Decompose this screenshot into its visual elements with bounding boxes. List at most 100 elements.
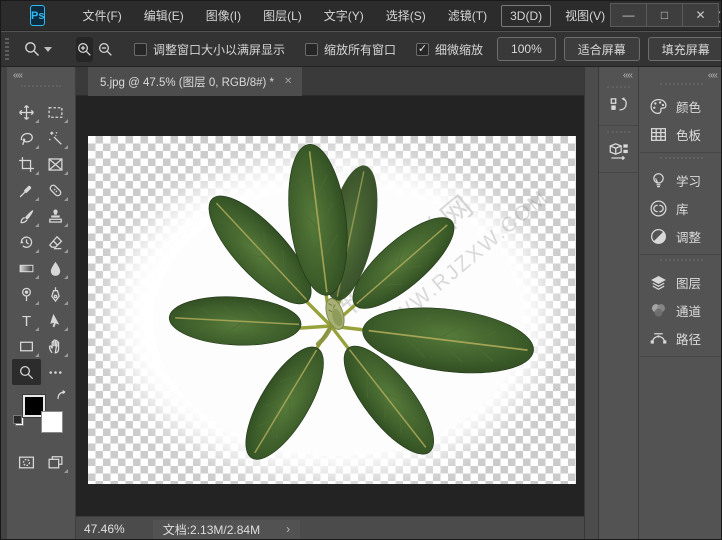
options-grip[interactable] [5, 38, 9, 60]
current-tool-dropdown[interactable] [23, 40, 52, 58]
canvas-background: 软件自学网 WWW.RJZXW.COM [76, 96, 584, 516]
document-tab[interactable]: 5.jpg @ 47.5% (图层 0, RGB/8#) * ✕ [88, 67, 302, 96]
swap-colors-icon[interactable] [55, 389, 69, 403]
maximize-button[interactable]: □ [646, 3, 683, 27]
panel-tab-color[interactable]: 颜色 [640, 92, 722, 120]
close-button[interactable]: ✕ [682, 3, 719, 27]
menu-3d[interactable]: 3D(D) [501, 5, 551, 27]
gradient-tool[interactable] [12, 255, 41, 281]
brush-tool[interactable] [12, 203, 41, 229]
svg-text:T: T [22, 313, 31, 328]
minimize-button[interactable]: — [610, 3, 647, 27]
menu-bar: Ps 文件(F) 编辑(E) 图像(I) 图层(L) 文字(Y) 选择(S) 滤… [1, 1, 722, 31]
scrubby-zoom-checkbox[interactable]: ✓ 细微缩放 [416, 41, 483, 58]
clone-stamp-tool[interactable] [41, 203, 70, 229]
menu-layer[interactable]: 图层(L) [252, 3, 313, 28]
menu-select[interactable]: 选择(S) [375, 3, 437, 28]
screen-mode-button[interactable] [41, 449, 70, 475]
menu-view[interactable]: 视图(V) [554, 3, 616, 28]
dodge-tool[interactable] [12, 281, 41, 307]
path-selection-tool[interactable] [41, 307, 70, 333]
rectangular-marquee-tool[interactable] [41, 99, 70, 125]
collapse-panels-icon[interactable]: «« [640, 67, 722, 81]
type-tool[interactable]: T [12, 307, 41, 333]
history-icon [599, 95, 638, 117]
checkbox-checked[interactable]: ✓ [416, 43, 429, 56]
panel-tab-swatches[interactable]: 色板 [640, 120, 722, 148]
zoom-out-button[interactable] [97, 37, 114, 62]
adjustments-icon [649, 227, 668, 246]
pen-tool[interactable] [41, 281, 70, 307]
zoom-percent-field[interactable]: 47.46% [84, 522, 125, 536]
layers-icon [649, 273, 668, 292]
leaf-artwork: 软件自学网 WWW.RJZXW.COM [88, 136, 576, 484]
history-brush-tool[interactable] [12, 229, 41, 255]
menu-type[interactable]: 文字(Y) [313, 3, 375, 28]
panel-drag-handle[interactable] [660, 259, 703, 264]
panel-tab-layers[interactable]: 图层 [640, 268, 722, 296]
quick-selection-tool[interactable] [41, 125, 70, 151]
checkbox-unchecked[interactable] [134, 43, 147, 56]
panel-tab-adjustments[interactable]: 调整 [640, 222, 722, 250]
quick-mask-button[interactable] [12, 449, 41, 475]
rectangle-shape-tool[interactable] [12, 333, 41, 359]
photoshop-logo-icon: Ps [30, 5, 45, 26]
canvas-image[interactable]: 软件自学网 WWW.RJZXW.COM [88, 136, 576, 484]
lasso-tool[interactable] [12, 125, 41, 151]
panel-drag-handle[interactable] [607, 131, 630, 136]
panel-drag-handle[interactable] [607, 86, 630, 91]
default-colors-icon[interactable] [15, 417, 24, 426]
history-panel-button[interactable] [599, 81, 638, 126]
properties-panel-button[interactable] [599, 126, 638, 173]
checkbox-unchecked[interactable] [305, 43, 318, 56]
panel-drag-handle[interactable] [21, 85, 61, 90]
photoshop-window: Ps 文件(F) 编辑(E) 图像(I) 图层(L) 文字(Y) 选择(S) 滤… [0, 0, 722, 540]
spot-healing-brush-tool[interactable] [41, 177, 70, 203]
close-tab-icon[interactable]: ✕ [284, 76, 292, 87]
eraser-tool[interactable] [41, 229, 70, 255]
fit-screen-button[interactable]: 适合屏幕 [564, 37, 640, 61]
panel-drag-handle[interactable] [660, 83, 703, 88]
chevron-down-icon [44, 47, 52, 52]
panel-tab-learn[interactable]: 学习 [640, 166, 722, 194]
swatches-icon [649, 125, 668, 144]
collapse-panels-icon[interactable]: «« [599, 67, 638, 81]
tool-options-bar: 调整窗口大小以满屏显示 缩放所有窗口 ✓ 细微缩放 100% 适合屏幕 填充屏幕 [1, 32, 722, 67]
menu-edit[interactable]: 编辑(E) [133, 3, 195, 28]
status-chevron-icon[interactable]: › [286, 522, 290, 536]
zoom-all-windows-checkbox[interactable]: 缩放所有窗口 [305, 41, 396, 58]
panel-group-learn: 学习 库 调整 [640, 157, 722, 255]
status-bar: 47.46% 文档:2.13M/2.84M › [76, 516, 584, 540]
blur-tool[interactable] [41, 255, 70, 281]
background-color[interactable] [41, 411, 63, 433]
resize-windows-checkbox[interactable]: 调整窗口大小以满屏显示 [134, 41, 285, 58]
paths-icon [649, 329, 668, 348]
document-tab-bar: 5.jpg @ 47.5% (图层 0, RGB/8#) * ✕ [76, 67, 584, 96]
frame-tool[interactable] [41, 151, 70, 177]
panel-dock: «« 颜色 色板 学习 库 调整 [640, 67, 722, 540]
crop-tool[interactable] [12, 151, 41, 177]
menu-image[interactable]: 图像(I) [195, 3, 252, 28]
menu-filter[interactable]: 滤镜(T) [437, 3, 498, 28]
eyedropper-tool[interactable] [12, 177, 41, 203]
collapse-panel-icon[interactable]: «« [7, 67, 75, 81]
menu-file[interactable]: 文件(F) [71, 3, 132, 28]
panel-tab-channels[interactable]: 通道 [640, 296, 722, 324]
zoom-100-button[interactable]: 100% [497, 37, 556, 61]
zoom-in-button[interactable] [76, 37, 93, 62]
window-controls: — □ ✕ [611, 3, 719, 27]
zoom-tool-icon [23, 40, 41, 58]
zoom-tool[interactable] [12, 359, 41, 385]
document-tab-title: 5.jpg @ 47.5% (图层 0, RGB/8#) * [100, 74, 274, 90]
panel-drag-handle[interactable] [660, 157, 703, 162]
fill-screen-button[interactable]: 填充屏幕 [648, 37, 722, 61]
panel-tab-libraries[interactable]: 库 [640, 194, 722, 222]
properties-icon [599, 140, 638, 164]
move-tool[interactable] [12, 99, 41, 125]
color-icon [649, 97, 668, 116]
edit-toolbar-button[interactable] [41, 359, 70, 385]
panel-group-color: 颜色 色板 [640, 83, 722, 153]
panel-tab-paths[interactable]: 路径 [640, 324, 722, 352]
hand-tool[interactable] [41, 333, 70, 359]
document-area: 5.jpg @ 47.5% (图层 0, RGB/8#) * ✕ [76, 67, 584, 540]
